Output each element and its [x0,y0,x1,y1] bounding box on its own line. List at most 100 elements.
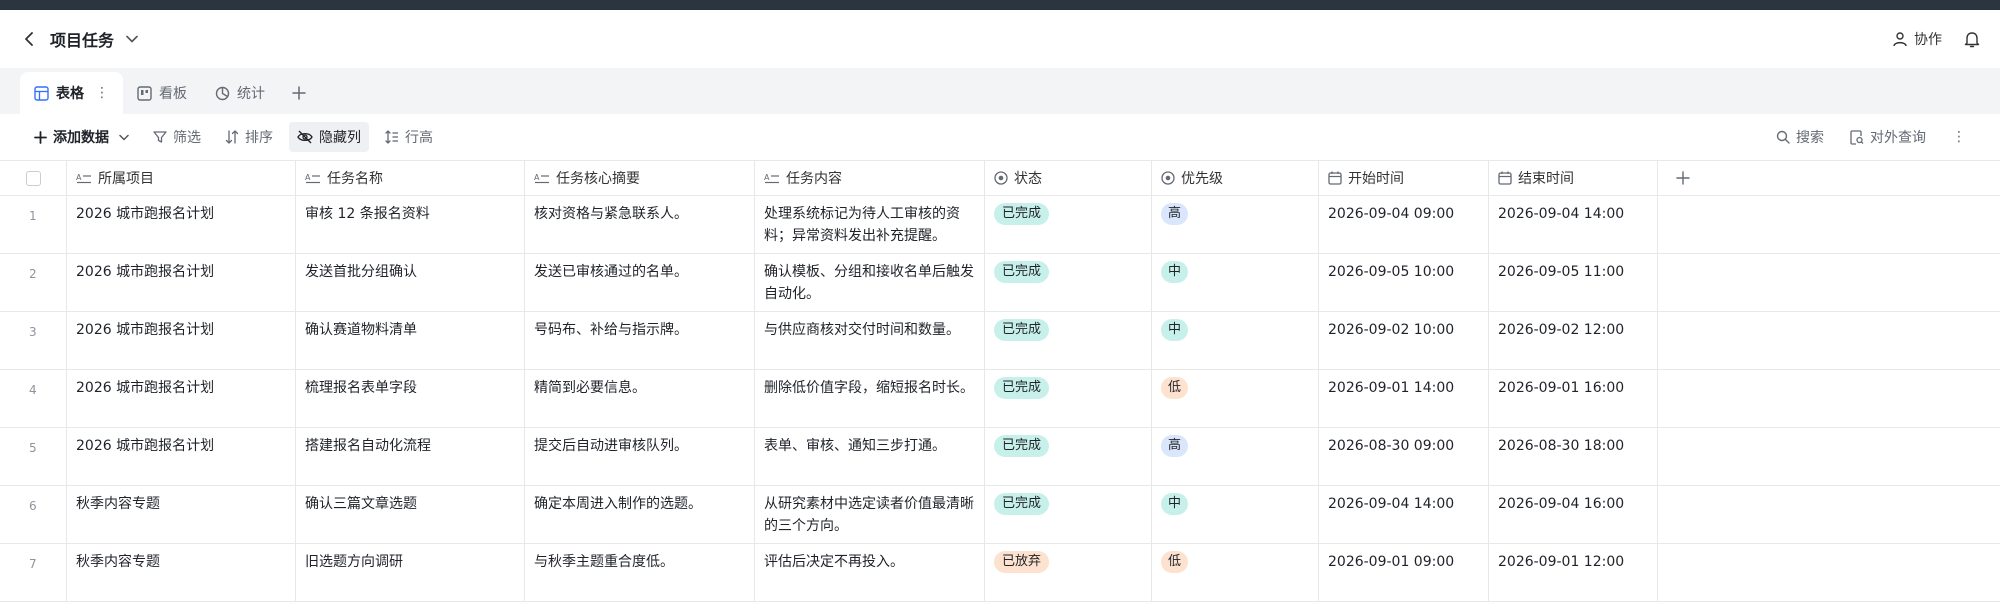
column-header-priority[interactable]: 优先级 [1152,161,1319,195]
external-query-button[interactable]: 对外查询 [1842,122,1934,152]
cell-content[interactable]: 与供应商核对交付时间和数量。 [755,312,985,369]
sort-button[interactable]: 排序 [217,122,281,152]
chevron-down-icon[interactable] [119,134,129,141]
cell-summary[interactable]: 确定本周进入制作的选题。 [525,486,755,543]
cell-name[interactable]: 梳理报名表单字段 [296,370,525,427]
add-data-button[interactable]: 添加数据 [26,122,137,152]
cell-summary[interactable]: 发送已审核通过的名单。 [525,254,755,311]
cell-priority[interactable]: 高 [1152,428,1319,485]
cell-name[interactable]: 发送首批分组确认 [296,254,525,311]
filter-button[interactable]: 筛选 [145,122,209,152]
table-row[interactable]: 3 2026 城市跑报名计划 确认赛道物料清单 号码布、补给与指示牌。 与供应商… [0,312,2000,370]
cell-name[interactable]: 审核 12 条报名资料 [296,196,525,253]
cell-name[interactable]: 旧选题方向调研 [296,544,525,601]
table-row[interactable]: 6 秋季内容专题 确认三篇文章选题 确定本周进入制作的选题。 从研究素材中选定读… [0,486,2000,544]
column-header-start[interactable]: 开始时间 [1319,161,1489,195]
cell-content[interactable]: 评估后决定不再投入。 [755,544,985,601]
select-all-checkbox[interactable] [25,170,41,186]
cell-end-time[interactable]: 2026-09-01 12:00 [1489,544,1658,601]
cell-status[interactable]: 已完成 [985,428,1152,485]
cell-start-time[interactable]: 2026-08-30 09:00 [1319,428,1489,485]
column-header-end[interactable]: 结束时间 [1489,161,1658,195]
cell-content[interactable]: 确认模板、分组和接收名单后触发自动化。 [755,254,985,311]
cell-summary[interactable]: 号码布、补给与指示牌。 [525,312,755,369]
cell-project[interactable]: 秋季内容专题 [67,544,296,601]
project-text: 2026 城市跑报名计划 [76,380,215,396]
row-height-button[interactable]: 行高 [377,122,441,152]
more-options-button[interactable]: ⋮ [1944,122,1974,152]
cell-project[interactable]: 2026 城市跑报名计划 [67,312,296,369]
cell-priority[interactable]: 高 [1152,196,1319,253]
cell-summary[interactable]: 精简到必要信息。 [525,370,755,427]
add-column-button[interactable] [1658,161,2000,195]
status-badge: 已完成 [994,435,1050,457]
cell-end-time[interactable]: 2026-09-01 16:00 [1489,370,1658,427]
tab-kanban-view[interactable]: 看板 [123,72,201,114]
cell-content[interactable]: 处理系统标记为待人工审核的资料；异常资料发出补充提醒。 [755,196,985,253]
cell-start-time[interactable]: 2026-09-05 10:00 [1319,254,1489,311]
cell-priority[interactable]: 低 [1152,370,1319,427]
cell-content[interactable]: 表单、审核、通知三步打通。 [755,428,985,485]
column-header-status[interactable]: 状态 [985,161,1152,195]
column-label: 任务内容 [786,171,842,187]
cell-name[interactable]: 搭建报名自动化流程 [296,428,525,485]
cell-priority[interactable]: 中 [1152,254,1319,311]
cell-status[interactable]: 已完成 [985,312,1152,369]
chevron-down-icon[interactable] [124,31,140,47]
cell-start-time[interactable]: 2026-09-04 09:00 [1319,196,1489,253]
page-title[interactable]: 项目任务 [50,27,114,51]
cell-content[interactable]: 删除低价值字段，缩短报名时长。 [755,370,985,427]
cell-priority[interactable]: 中 [1152,486,1319,543]
column-header-name[interactable]: A 任务名称 [296,161,525,195]
cell-name[interactable]: 确认赛道物料清单 [296,312,525,369]
more-vertical-icon[interactable]: ⋮ [95,85,109,101]
cell-status[interactable]: 已放弃 [985,544,1152,601]
calendar-icon [1498,171,1512,185]
collaborate-button[interactable]: 协作 [1892,29,1942,49]
cell-project[interactable]: 2026 城市跑报名计划 [67,196,296,253]
back-icon[interactable] [20,29,40,49]
cell-name[interactable]: 确认三篇文章选题 [296,486,525,543]
cell-start-time[interactable]: 2026-09-02 10:00 [1319,312,1489,369]
table-row[interactable]: 1 2026 城市跑报名计划 审核 12 条报名资料 核对资格与紧急联系人。 处… [0,196,2000,254]
cell-summary[interactable]: 与秋季主题重合度低。 [525,544,755,601]
table-row[interactable]: 5 2026 城市跑报名计划 搭建报名自动化流程 提交后自动进审核队列。 表单、… [0,428,2000,486]
bell-icon[interactable] [1964,31,1980,48]
cell-summary[interactable]: 提交后自动进审核队列。 [525,428,755,485]
table-row[interactable]: 4 2026 城市跑报名计划 梳理报名表单字段 精简到必要信息。 删除低价值字段… [0,370,2000,428]
cell-end-time[interactable]: 2026-09-04 14:00 [1489,196,1658,253]
cell-priority[interactable]: 低 [1152,544,1319,601]
cell-start-time[interactable]: 2026-09-04 14:00 [1319,486,1489,543]
cell-start-time[interactable]: 2026-09-01 14:00 [1319,370,1489,427]
column-header-project[interactable]: A 所属项目 [67,161,296,195]
select-all-cell[interactable] [0,161,67,195]
cell-end-time[interactable]: 2026-09-05 11:00 [1489,254,1658,311]
summary-text: 提交后自动进审核队列。 [534,438,688,454]
add-view-button[interactable] [279,72,319,114]
cell-end-time[interactable]: 2026-09-04 16:00 [1489,486,1658,543]
cell-content[interactable]: 从研究素材中选定读者价值最清晰的三个方向。 [755,486,985,543]
tab-stats-view[interactable]: 统计 [201,72,279,114]
cell-summary[interactable]: 核对资格与紧急联系人。 [525,196,755,253]
cell-end-time[interactable]: 2026-09-02 12:00 [1489,312,1658,369]
column-header-content[interactable]: A 任务内容 [755,161,985,195]
table-row[interactable]: 7 秋季内容专题 旧选题方向调研 与秋季主题重合度低。 评估后决定不再投入。 已… [0,544,2000,602]
cell-project[interactable]: 秋季内容专题 [67,486,296,543]
cell-status[interactable]: 已完成 [985,254,1152,311]
cell-project[interactable]: 2026 城市跑报名计划 [67,254,296,311]
cell-status[interactable]: 已完成 [985,486,1152,543]
cell-status[interactable]: 已完成 [985,370,1152,427]
hide-columns-button[interactable]: 隐藏列 [289,122,369,152]
cell-project[interactable]: 2026 城市跑报名计划 [67,370,296,427]
table-row[interactable]: 2 2026 城市跑报名计划 发送首批分组确认 发送已审核通过的名单。 确认模板… [0,254,2000,312]
tab-table-view[interactable]: 表格 ⋮ [20,72,123,114]
search-button[interactable]: 搜索 [1768,122,1832,152]
content-text: 删除低价值字段，缩短报名时长。 [764,380,974,396]
cell-priority[interactable]: 中 [1152,312,1319,369]
cell-end-time[interactable]: 2026-08-30 18:00 [1489,428,1658,485]
cell-status[interactable]: 已完成 [985,196,1152,253]
cell-project[interactable]: 2026 城市跑报名计划 [67,428,296,485]
search-label: 搜索 [1796,130,1824,146]
cell-start-time[interactable]: 2026-09-01 09:00 [1319,544,1489,601]
column-header-summary[interactable]: A 任务核心摘要 [525,161,755,195]
